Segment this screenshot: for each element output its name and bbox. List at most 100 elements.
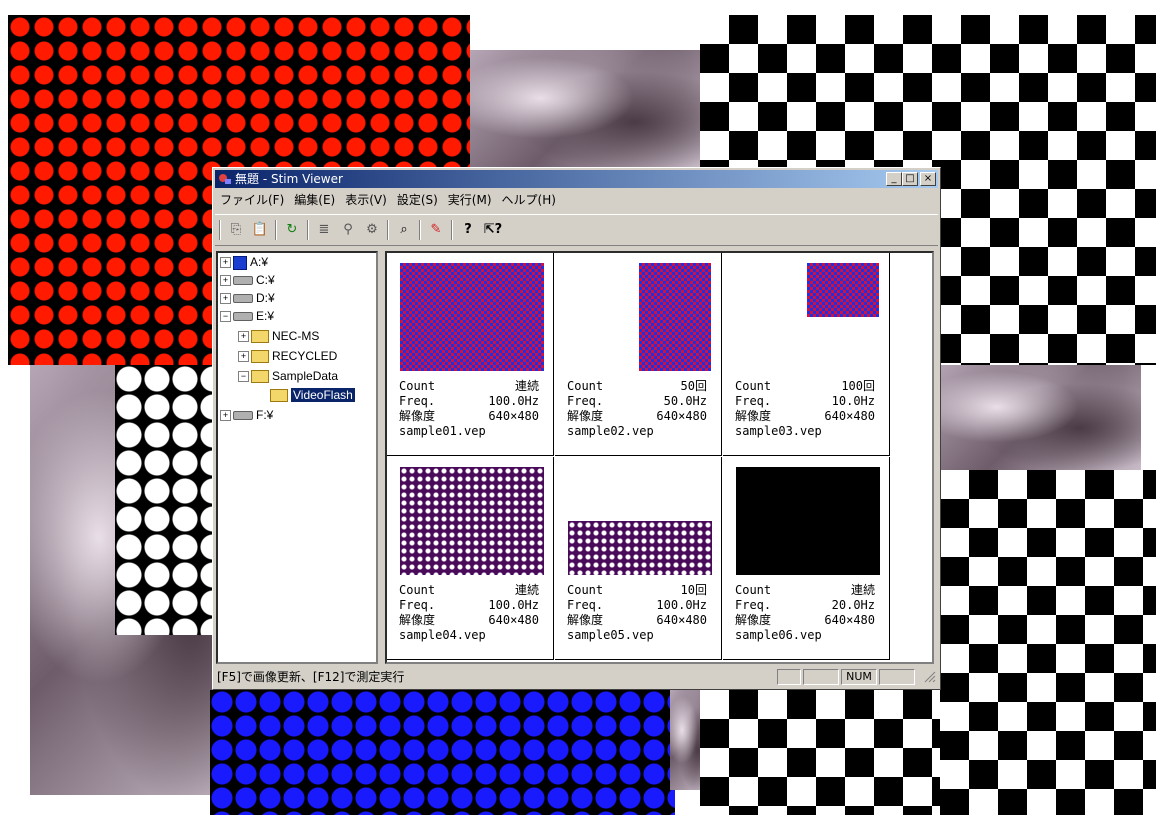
drive-icon: [233, 294, 253, 304]
tree-item-a-drive[interactable]: + A:¥: [220, 253, 268, 271]
file-name: sample04.vep: [399, 628, 486, 642]
minimize-button[interactable]: _: [886, 172, 902, 186]
drive-icon: [233, 276, 253, 286]
tree-item-label: SampleData: [272, 369, 339, 383]
count-value: 連続: [850, 583, 875, 597]
menu-run[interactable]: 実行(M): [443, 190, 497, 210]
sample-card[interactable]: Count 100回 Freq. 10.0Hz 解像度 640×480 sample0…: [723, 253, 890, 456]
expand-icon[interactable]: +: [220, 410, 231, 422]
freq-label: Freq.: [567, 394, 604, 408]
resolution-value: 640×480: [656, 613, 707, 627]
tree-item-d-drive[interactable]: + D:¥: [220, 289, 275, 307]
tree-item-label: F:¥: [256, 408, 274, 422]
checkerboard-image: [940, 470, 1156, 815]
status-bar: [F5]で画像更新、[F12]で測定実行 NUM: [215, 667, 938, 687]
folder-icon: [251, 330, 269, 344]
binoculars-icon[interactable]: ⌕: [395, 221, 413, 239]
freq-label: Freq.: [399, 394, 436, 408]
sample-grid: Count 連続 Freq. 100.0Hz 解像度 640×480 sample01…: [385, 251, 934, 664]
folder-open-icon: [270, 389, 288, 403]
tree-item-label: E:¥: [256, 309, 275, 323]
collapse-icon[interactable]: −: [238, 371, 249, 383]
refresh-icon[interactable]: ↻: [283, 221, 301, 239]
checkerboard-image: [700, 690, 940, 815]
tree-item-label: VideoFlash: [291, 388, 355, 402]
rock-texture-image: [935, 365, 1141, 470]
expand-icon[interactable]: +: [238, 331, 249, 343]
tree-item-label: A:¥: [250, 255, 269, 269]
stim-viewer-window: 無題 - Stim Viewer _ □ × ファイル(F) 編集(E) 表示(V) 設定…: [212, 167, 941, 690]
list-icon[interactable]: ≣: [315, 221, 333, 239]
folder-tree: + A:¥ + C:¥ + D:¥ − E:¥ + NEC-MS + RECYCLED − S…: [216, 251, 378, 664]
resolution-label: 解像度: [399, 409, 436, 423]
expand-icon[interactable]: +: [220, 293, 231, 305]
title-bar[interactable]: 無題 - Stim Viewer _ □ ×: [215, 170, 938, 188]
tree-item-c-drive[interactable]: + C:¥: [220, 271, 275, 289]
sample-card[interactable]: Count 連続 Freq. 100.0Hz 解像度 640×480 sample04…: [387, 457, 554, 660]
collapse-icon[interactable]: −: [220, 311, 231, 323]
file-name: sample05.vep: [567, 628, 654, 642]
tree-item-sampledata[interactable]: − SampleData: [238, 367, 338, 385]
resolution-label: 解像度: [735, 409, 772, 423]
menu-settings[interactable]: 設定(S): [392, 190, 443, 210]
properties-icon[interactable]: ⚙: [363, 221, 381, 239]
floppy-icon: [233, 255, 247, 270]
folder-icon: [251, 370, 269, 384]
file-name: sample01.vep: [399, 424, 486, 438]
count-value: 50回: [680, 379, 707, 393]
sample-thumbnail: [736, 467, 880, 575]
menu-help[interactable]: ヘルプ(H): [497, 190, 561, 210]
count-value: 10回: [680, 583, 707, 597]
count-label: Count: [399, 379, 436, 393]
sample-thumbnail: [568, 521, 712, 575]
brush-icon[interactable]: ✎: [427, 221, 445, 239]
resolution-value: 640×480: [488, 613, 539, 627]
count-value: 連続: [514, 379, 539, 393]
drive-icon: [233, 411, 253, 421]
drive-icon: [233, 312, 253, 322]
resolution-value: 640×480: [488, 409, 539, 423]
expand-icon[interactable]: +: [220, 275, 231, 287]
sample-thumbnail: [639, 263, 711, 371]
toolbar-separator: [387, 220, 389, 240]
sample-card[interactable]: Count 10回 Freq. 100.0Hz 解像度 640×480 sample0…: [555, 457, 722, 660]
resolution-label: 解像度: [567, 613, 604, 627]
tree-item-videoflash[interactable]: VideoFlash: [270, 386, 355, 404]
tree-item-recycled[interactable]: + RECYCLED: [238, 347, 337, 365]
help-icon[interactable]: ?: [459, 221, 477, 239]
close-button[interactable]: ×: [920, 172, 936, 186]
app-icon: [219, 174, 231, 184]
resolution-label: 解像度: [399, 613, 436, 627]
tree-item-f-drive[interactable]: + F:¥: [220, 406, 273, 424]
tree-item-e-drive[interactable]: − E:¥: [220, 307, 274, 325]
paste-icon[interactable]: 📋: [251, 221, 269, 239]
menu-view[interactable]: 表示(V): [340, 190, 392, 210]
count-value: 100回: [841, 379, 875, 393]
copy-icon[interactable]: ⎘: [227, 221, 245, 239]
expand-icon[interactable]: +: [220, 257, 231, 269]
sample-card[interactable]: Count 連続 Freq. 20.0Hz 解像度 640×480 sample06.…: [723, 457, 890, 660]
tree-item-label: RECYCLED: [272, 349, 338, 363]
status-panel: [879, 669, 915, 685]
tree-item-label: C:¥: [256, 273, 275, 287]
context-help-icon[interactable]: ⇱?: [481, 221, 505, 239]
menu-bar: ファイル(F) 編集(E) 表示(V) 設定(S) 実行(M) ヘルプ(H): [215, 190, 938, 210]
sample-card[interactable]: Count 50回 Freq. 50.0Hz 解像度 640×480 sample02…: [555, 253, 722, 456]
freq-label: Freq.: [399, 598, 436, 612]
freq-label: Freq.: [567, 598, 604, 612]
resolution-value: 640×480: [824, 613, 875, 627]
expand-icon[interactable]: +: [238, 351, 249, 363]
menu-file[interactable]: ファイル(F): [215, 190, 289, 210]
find-icon[interactable]: ⚲: [339, 221, 357, 239]
resize-grip-icon[interactable]: [924, 671, 936, 683]
sample-card[interactable]: Count 連続 Freq. 100.0Hz 解像度 640×480 sample01…: [387, 253, 554, 456]
count-value: 連続: [514, 583, 539, 597]
freq-value: 10.0Hz: [831, 394, 875, 408]
resolution-label: 解像度: [735, 613, 772, 627]
folder-icon: [251, 350, 269, 364]
tree-item-nec-ms[interactable]: + NEC-MS: [238, 327, 319, 345]
menu-edit[interactable]: 編集(E): [289, 190, 340, 210]
count-label: Count: [735, 583, 772, 597]
maximize-button[interactable]: □: [902, 172, 918, 186]
window-title: 無題 - Stim Viewer: [235, 172, 343, 186]
